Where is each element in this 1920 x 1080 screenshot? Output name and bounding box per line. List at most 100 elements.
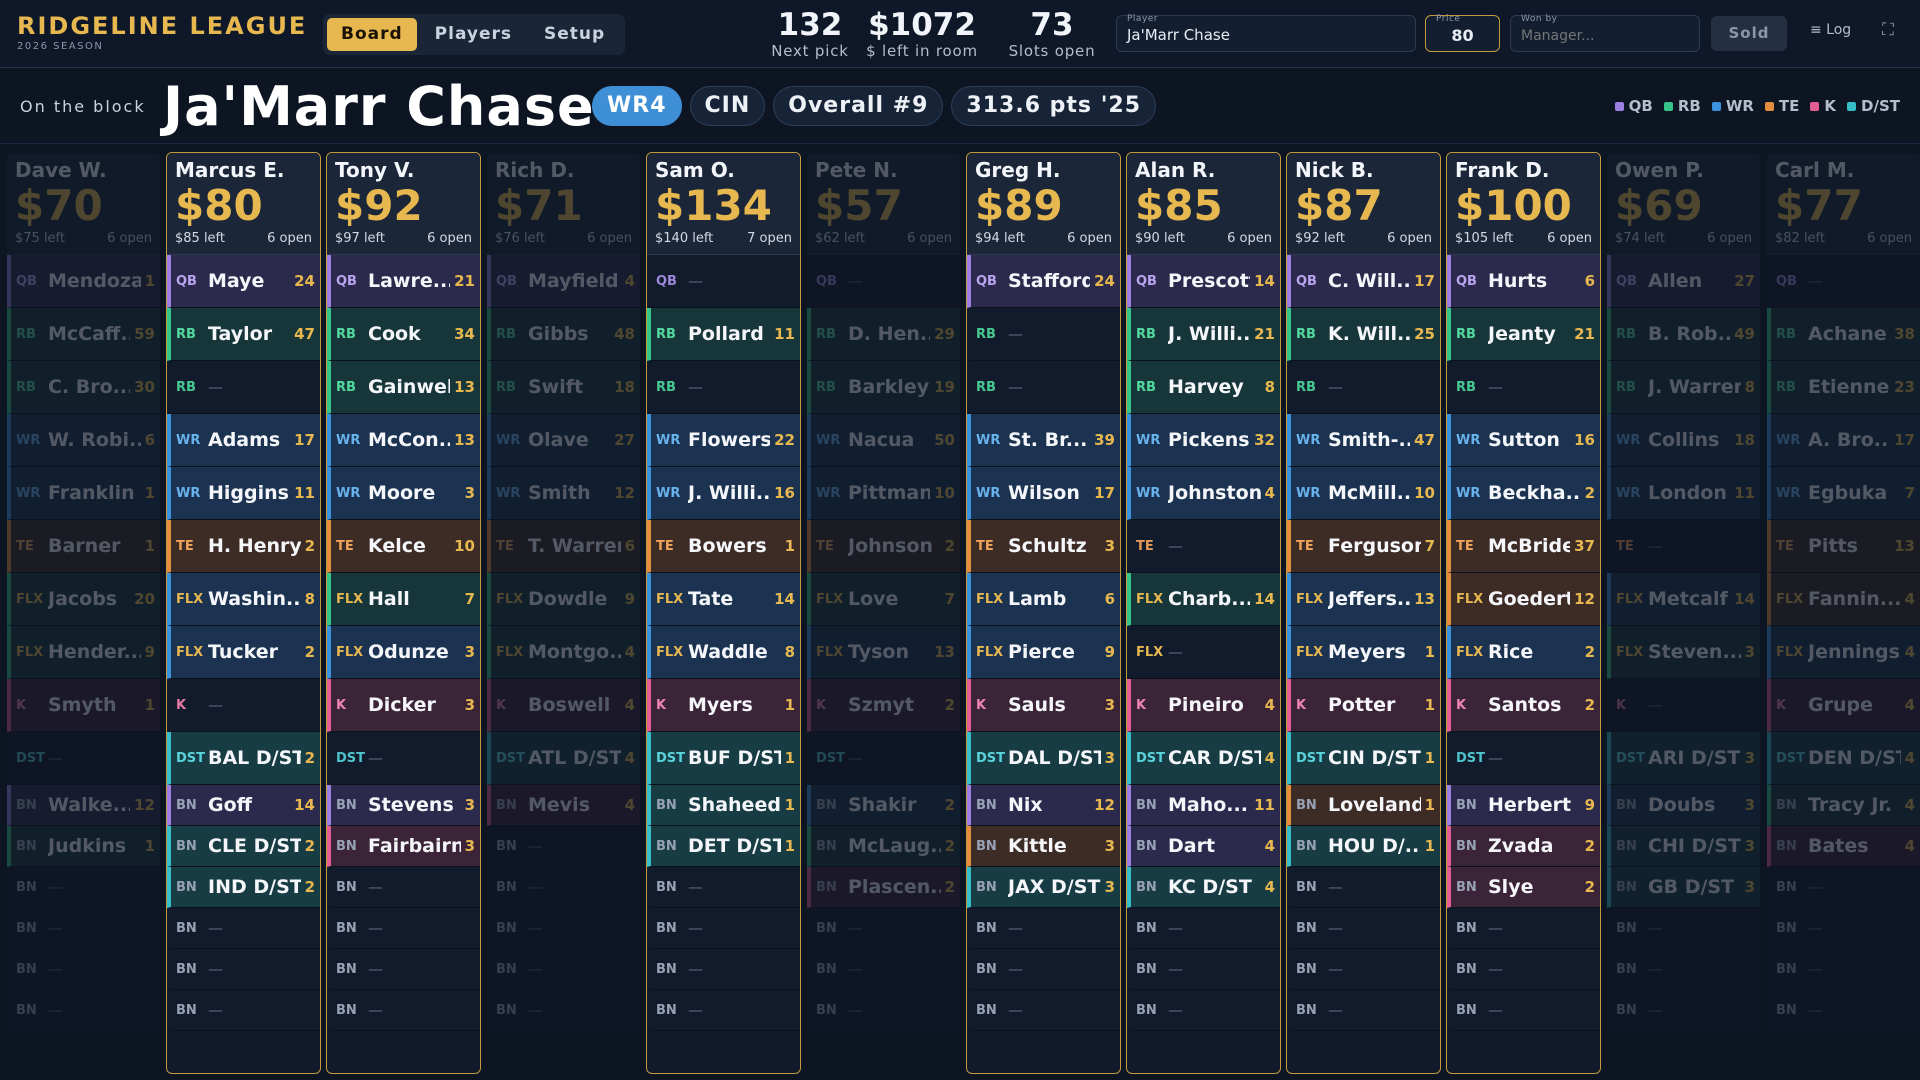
won-by-input[interactable] <box>1521 28 1691 44</box>
roster-slot[interactable]: BN — <box>7 949 160 990</box>
roster-slot[interactable]: K Potter 1 <box>1287 679 1440 732</box>
roster-slot[interactable]: BN — <box>167 949 320 990</box>
roster-slot[interactable]: K Smyth 1 <box>7 679 160 732</box>
roster-slot[interactable]: BN — <box>7 990 160 1031</box>
roster-slot[interactable]: BN — <box>647 949 800 990</box>
roster-slot[interactable]: BN Walke... 12 <box>7 785 160 826</box>
roster-slot[interactable]: TE — <box>1127 520 1280 573</box>
roster-slot[interactable]: FLX Dowdle 9 <box>487 573 640 626</box>
team-column[interactable]: Sam O. $134 $140 left 7 open QB — RB Pollard 11 R… <box>646 152 801 1074</box>
roster-slot[interactable]: DST ARI D/ST 3 <box>1607 732 1760 785</box>
team-column[interactable]: Tony V. $92 $97 left 6 open QB Lawre... 21 RB Co… <box>326 152 481 1074</box>
roster-slot[interactable]: RB — <box>1447 361 1600 414</box>
roster-slot[interactable]: FLX Fannin... 4 <box>1767 573 1920 626</box>
roster-slot[interactable]: RB Harvey 8 <box>1127 361 1280 414</box>
roster-slot[interactable]: BN Tracy Jr. 4 <box>1767 785 1920 826</box>
roster-slot[interactable]: BN — <box>1127 990 1280 1031</box>
team-column[interactable]: Marcus E. $80 $85 left 6 open QB Maye 24 RB Tayl… <box>166 152 321 1074</box>
roster-slot[interactable]: QB Maye 24 <box>167 255 320 308</box>
roster-slot[interactable]: QB Mendoza 1 <box>7 255 160 308</box>
roster-slot[interactable]: BN — <box>1447 949 1600 990</box>
roster-slot[interactable]: RB D. Hen...29 <box>807 308 960 361</box>
tab-setup[interactable]: Setup <box>530 18 619 51</box>
roster-slot[interactable]: BN — <box>807 949 960 990</box>
roster-slot[interactable]: WR Egbuka 7 <box>1767 467 1920 520</box>
roster-slot[interactable]: BN Kittle 3 <box>967 826 1120 867</box>
roster-slot[interactable]: RB Taylor 47 <box>167 308 320 361</box>
tab-players[interactable]: Players <box>421 18 526 51</box>
roster-slot[interactable]: WR Higgins 11 <box>167 467 320 520</box>
roster-slot[interactable]: DST BAL D/ST 2 <box>167 732 320 785</box>
roster-slot[interactable]: BN — <box>1287 908 1440 949</box>
roster-slot[interactable]: FLX Hall 7 <box>327 573 480 626</box>
roster-slot[interactable]: WR Flowers 22 <box>647 414 800 467</box>
roster-slot[interactable]: DST — <box>7 732 160 785</box>
roster-slot[interactable]: QB — <box>1767 255 1920 308</box>
roster-slot[interactable]: BN Bates 4 <box>1767 826 1920 867</box>
roster-slot[interactable]: RB Swift 18 <box>487 361 640 414</box>
roster-slot[interactable]: RB J. Willi... 21 <box>1127 308 1280 361</box>
team-column[interactable]: Rich D. $71 $76 left 6 open QB Mayfield 4 RB Gib… <box>486 152 641 1074</box>
roster-slot[interactable]: TE — <box>1607 520 1760 573</box>
roster-slot[interactable]: K Boswell 4 <box>487 679 640 732</box>
roster-slot[interactable]: RB — <box>967 361 1120 414</box>
roster-slot[interactable]: BN — <box>1607 908 1760 949</box>
roster-slot[interactable]: BN — <box>1447 990 1600 1031</box>
roster-slot[interactable]: QB Prescott 14 <box>1127 255 1280 308</box>
roster-slot[interactable]: WR Wilson 17 <box>967 467 1120 520</box>
roster-slot[interactable]: K — <box>167 679 320 732</box>
roster-slot[interactable]: WR Olave 27 <box>487 414 640 467</box>
price-field-value[interactable]: 80 <box>1426 26 1499 45</box>
roster-slot[interactable]: K Dicker 3 <box>327 679 480 732</box>
roster-slot[interactable]: DST ATL D/ST 4 <box>487 732 640 785</box>
roster-slot[interactable]: RB Gibbs 48 <box>487 308 640 361</box>
roster-slot[interactable]: FLX — <box>1127 626 1280 679</box>
log-button[interactable]: ≡ Log <box>1810 22 1851 38</box>
roster-slot[interactable]: QB Allen 27 <box>1607 255 1760 308</box>
roster-slot[interactable]: BN Zvada 2 <box>1447 826 1600 867</box>
roster-slot[interactable]: DST BUF D/ST 1 <box>647 732 800 785</box>
roster-slot[interactable]: BN GB D/ST 3 <box>1607 867 1760 908</box>
roster-slot[interactable]: K Szmyt 2 <box>807 679 960 732</box>
roster-slot[interactable]: BN — <box>647 867 800 908</box>
roster-slot[interactable]: TE T. Warren 6 <box>487 520 640 573</box>
roster-slot[interactable]: RB C. Bro... 30 <box>7 361 160 414</box>
roster-slot[interactable]: FLX Hender... 9 <box>7 626 160 679</box>
team-column[interactable]: Frank D. $100 $105 left 6 open QB Hurts 6 RB Jea… <box>1446 152 1601 1074</box>
roster-slot[interactable]: BN — <box>327 908 480 949</box>
roster-slot[interactable]: BN KC D/ST 4 <box>1127 867 1280 908</box>
roster-slot[interactable]: WR Pickens 32 <box>1127 414 1280 467</box>
roster-slot[interactable]: QB — <box>807 255 960 308</box>
roster-slot[interactable]: WR Pittman 10 <box>807 467 960 520</box>
roster-slot[interactable]: BN — <box>487 990 640 1031</box>
roster-slot[interactable]: K Grupe 4 <box>1767 679 1920 732</box>
player-field[interactable]: Player Ja'Marr Chase <box>1116 14 1416 52</box>
roster-slot[interactable]: TE Johnson 2 <box>807 520 960 573</box>
roster-slot[interactable]: BN Slye 2 <box>1447 867 1600 908</box>
roster-slot[interactable]: RB — <box>647 361 800 414</box>
roster-slot[interactable]: WR J. Willi... 16 <box>647 467 800 520</box>
roster-slot[interactable]: BN — <box>1127 908 1280 949</box>
roster-slot[interactable]: WR Moore 3 <box>327 467 480 520</box>
roster-slot[interactable]: FLX Rice 2 <box>1447 626 1600 679</box>
roster-slot[interactable]: FLX Pierce 9 <box>967 626 1120 679</box>
roster-slot[interactable]: BN — <box>1447 908 1600 949</box>
roster-slot[interactable]: BN — <box>487 949 640 990</box>
roster-slot[interactable]: FLXMontgo...4 <box>487 626 640 679</box>
roster-slot[interactable]: QB Lawre... 21 <box>327 255 480 308</box>
roster-slot[interactable]: DST — <box>1447 732 1600 785</box>
roster-slot[interactable]: QB C. Will... 17 <box>1287 255 1440 308</box>
roster-slot[interactable]: FLX Tucker 2 <box>167 626 320 679</box>
roster-slot[interactable]: BN Stevens 3 <box>327 785 480 826</box>
roster-slot[interactable]: BN — <box>1287 867 1440 908</box>
roster-slot[interactable]: WR London 11 <box>1607 467 1760 520</box>
roster-slot[interactable]: BN CLE D/ST 2 <box>167 826 320 867</box>
sold-button[interactable]: Sold <box>1711 16 1787 51</box>
roster-slot[interactable]: DST — <box>327 732 480 785</box>
roster-slot[interactable]: BN — <box>7 908 160 949</box>
roster-slot[interactable]: RB Pollard 11 <box>647 308 800 361</box>
roster-slot[interactable]: WR Johnston 4 <box>1127 467 1280 520</box>
roster-slot[interactable]: FLX Metcalf 14 <box>1607 573 1760 626</box>
roster-slot[interactable]: BN DET D/ST 1 <box>647 826 800 867</box>
roster-slot[interactable]: BN HOU D/... 1 <box>1287 826 1440 867</box>
